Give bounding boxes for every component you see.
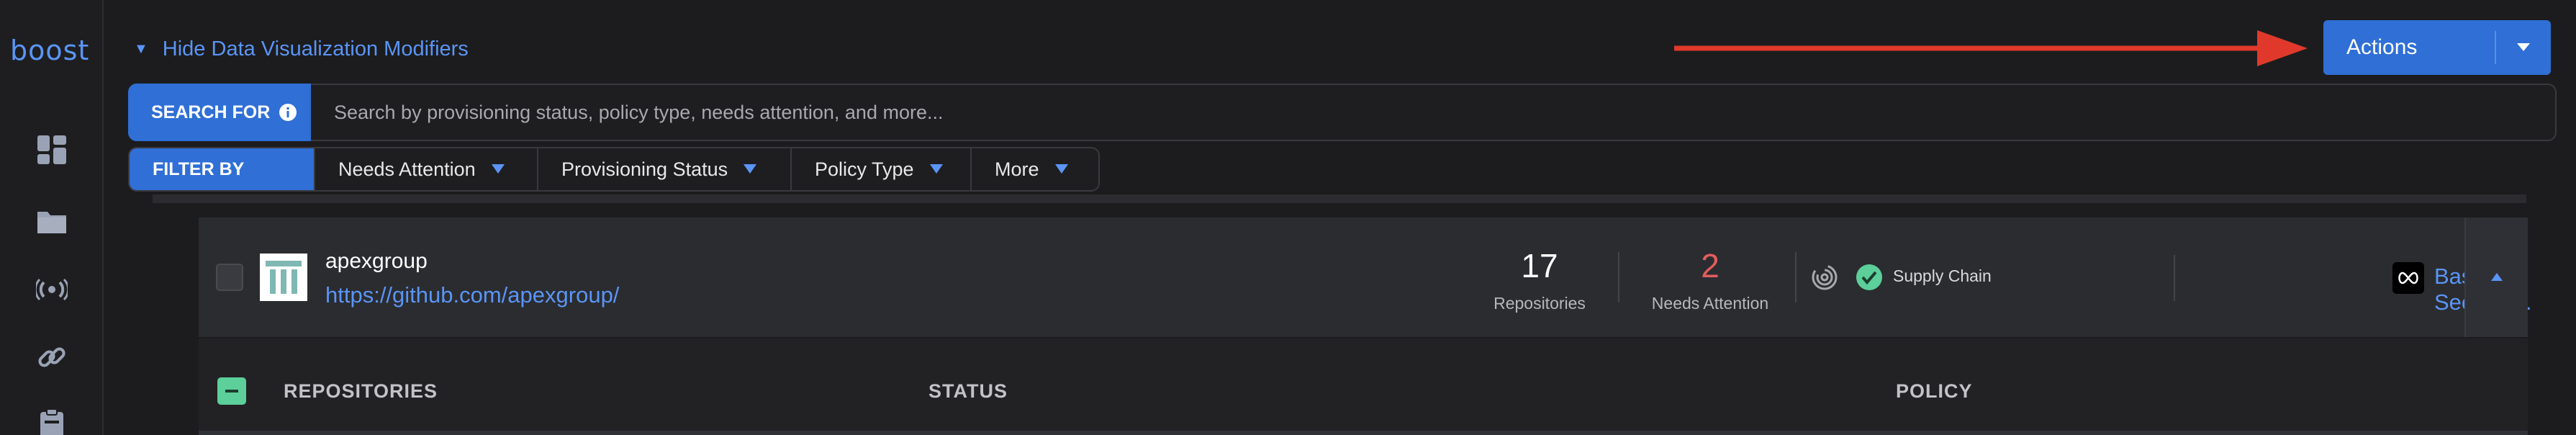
filter-label: More [995, 158, 1039, 180]
folder-icon[interactable] [36, 206, 68, 238]
filter-provisioning-status[interactable]: Provisioning Status [537, 148, 790, 190]
infinity-icon [2392, 262, 2424, 294]
select-all-checkbox[interactable] [217, 377, 246, 405]
hide-modifiers-toggle[interactable]: ▼ Hide Data Visualization Modifiers [134, 33, 469, 65]
filter-policy-type[interactable]: Policy Type [790, 148, 970, 190]
actions-dropdown-toggle[interactable] [2496, 43, 2551, 52]
info-icon[interactable] [279, 103, 297, 122]
red-arrow-annotation [1674, 30, 2308, 66]
stat-divider [2174, 255, 2175, 301]
chevron-down-icon [929, 164, 943, 174]
chevron-down-icon [1054, 164, 1068, 174]
repositories-caption: Repositories [1493, 294, 1586, 313]
dashboard-icon[interactable] [36, 134, 68, 166]
column-header-policy[interactable]: POLICY [1896, 380, 1973, 403]
org-select-checkbox[interactable] [216, 264, 243, 291]
fingerprint-icon [1811, 264, 1838, 291]
filter-label: Provisioning Status [561, 158, 728, 180]
caret-down-icon: ▼ [134, 40, 148, 57]
chevron-down-icon [491, 164, 505, 174]
filter-more[interactable]: More [970, 148, 1098, 190]
chevron-down-icon [2517, 43, 2530, 51]
filter-by-label: FILTER BY [130, 148, 314, 190]
search-input[interactable] [311, 85, 2555, 140]
broadcast-icon[interactable] [36, 274, 68, 305]
actions-label: Actions [2346, 35, 2418, 59]
org-avatar [260, 254, 307, 301]
filter-needs-attention[interactable]: Needs Attention [314, 148, 537, 190]
collapse-row-button[interactable] [2464, 218, 2528, 337]
hide-modifiers-label: Hide Data Visualization Modifiers [162, 37, 469, 60]
stat-divider [1795, 252, 1797, 302]
column-header-status[interactable]: STATUS [928, 380, 1008, 403]
needs-attention-stat: 2 Needs Attention [1631, 246, 1789, 313]
org-name: apexgroup [325, 249, 428, 273]
table-divider [199, 431, 2528, 435]
chevron-up-icon [2491, 273, 2503, 281]
search-for-label: SEARCH FOR [128, 84, 311, 141]
search-for-text: SEARCH FOR [151, 102, 271, 122]
sidebar: boost [0, 0, 104, 435]
actions-button[interactable]: Actions [2323, 20, 2551, 75]
search-bar: SEARCH FOR [128, 84, 2557, 141]
link-icon[interactable] [36, 341, 68, 373]
repositories-count: 17 [1521, 247, 1558, 284]
needs-attention-count: 2 [1701, 247, 1719, 284]
repositories-stat: 17 Repositories [1478, 246, 1601, 313]
minus-icon [225, 390, 238, 393]
needs-attention-caption: Needs Attention [1651, 294, 1769, 313]
filter-label: Policy Type [815, 158, 914, 180]
chevron-down-icon [744, 164, 757, 174]
check-circle-icon [1856, 264, 1883, 291]
clipboard-icon[interactable] [36, 408, 68, 435]
filter-label: Needs Attention [338, 158, 476, 180]
org-url-link[interactable]: https://github.com/apexgroup/ [325, 282, 619, 308]
supply-chain-label: Supply Chain [1893, 266, 1992, 285]
section-divider [153, 194, 2526, 203]
filter-bar: FILTER BY Needs Attention Provisioning S… [128, 147, 1100, 192]
repositories-table-header: REPOSITORIES STATUS POLICY [199, 338, 2528, 435]
boost-logo: boost [10, 35, 90, 66]
stat-divider [1618, 252, 1619, 302]
org-row: apexgroup https://github.com/apexgroup/ … [199, 218, 2532, 337]
column-header-repositories[interactable]: REPOSITORIES [284, 380, 438, 403]
